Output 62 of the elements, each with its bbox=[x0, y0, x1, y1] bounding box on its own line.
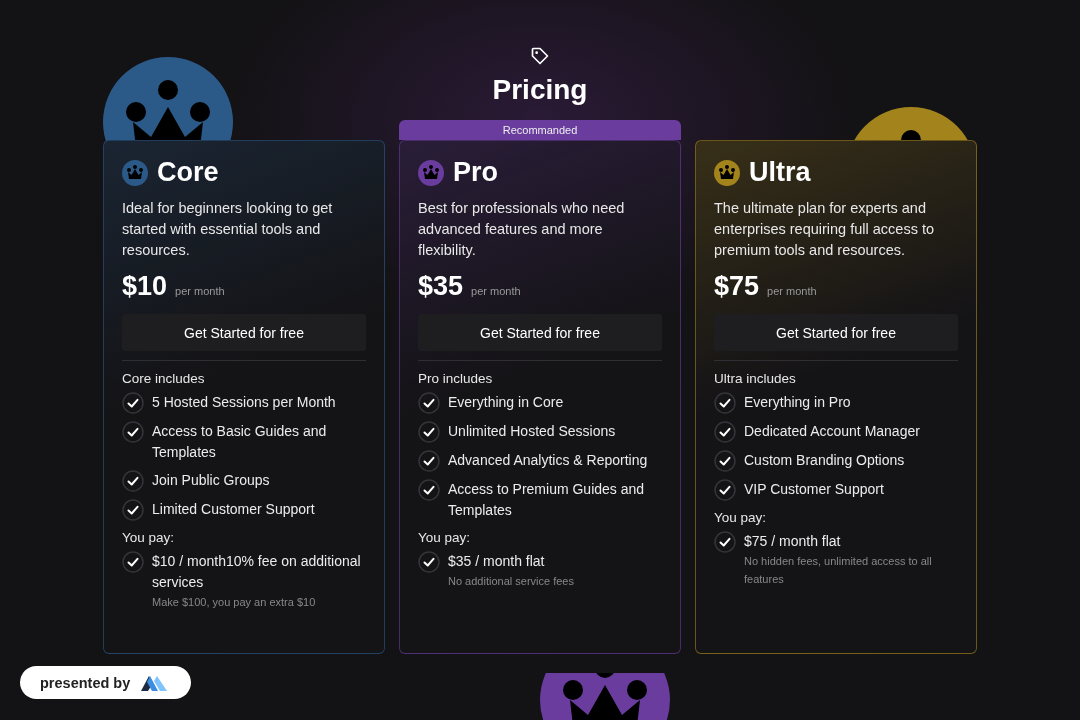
crown-icon bbox=[418, 159, 444, 186]
plan-description: The ultimate plan for experts and enterprises requiring full access to premium tools and resources. bbox=[714, 199, 936, 260]
check-icon bbox=[418, 479, 440, 501]
includes-heading: Ultra includes bbox=[714, 371, 797, 386]
recommended-badge: Recommanded bbox=[399, 120, 681, 140]
feature-text: VIP Customer Support bbox=[744, 480, 884, 499]
feature-text: Advanced Analytics & Reporting bbox=[448, 451, 648, 470]
feature-text: Everything in Core bbox=[448, 393, 564, 412]
check-icon bbox=[418, 450, 440, 472]
feature-text: Unlimited Hosted Sessions bbox=[448, 422, 616, 441]
includes-heading: Pro includes bbox=[418, 371, 494, 386]
you-pay-heading: You pay: bbox=[122, 530, 176, 545]
check-icon bbox=[122, 499, 144, 521]
you-pay-heading: You pay: bbox=[714, 510, 768, 525]
plan-price: $35 bbox=[418, 271, 464, 302]
check-icon bbox=[714, 421, 736, 443]
feature-text: 5 Hosted Sessions per Month bbox=[152, 393, 336, 412]
plan-price: $10 bbox=[122, 271, 168, 302]
plan-name: Pro bbox=[453, 157, 498, 188]
plan-price: $75 bbox=[714, 271, 760, 302]
feature-text: Join Public Groups bbox=[152, 471, 270, 490]
pay-note: No additional service fees bbox=[448, 574, 574, 589]
pay-text: $35 / month flat bbox=[448, 552, 545, 571]
check-icon bbox=[122, 392, 144, 414]
pay-note: Make $100, you pay an extra $10 bbox=[152, 595, 316, 610]
price-period: per month bbox=[767, 285, 817, 297]
plan-name: Ultra bbox=[749, 157, 811, 188]
you-pay-heading: You pay: bbox=[418, 530, 472, 545]
feature-text: Access to Basic Guides and Templates bbox=[152, 422, 328, 462]
presented-by-badge[interactable]: presented by bbox=[20, 666, 191, 699]
check-icon bbox=[714, 392, 736, 414]
feature-text: Limited Customer Support bbox=[152, 500, 315, 519]
check-icon bbox=[418, 392, 440, 414]
feature-text: Custom Branding Options bbox=[744, 451, 905, 470]
check-icon bbox=[122, 421, 144, 443]
plan-description: Ideal for beginners looking to get started with essential tools and resources. bbox=[122, 199, 334, 260]
crown-icon bbox=[714, 159, 740, 186]
get-started-button[interactable]: Get Started for free bbox=[122, 314, 366, 351]
get-started-button[interactable]: Get Started for free bbox=[714, 314, 958, 351]
pay-note: No hidden fees, unlimited access to all features bbox=[744, 554, 933, 587]
pay-text: $75 / month flat bbox=[744, 532, 841, 551]
pay-text: $10 / month10% fee on additional services bbox=[152, 552, 362, 592]
check-icon bbox=[714, 450, 736, 472]
page-title: Pricing bbox=[492, 74, 588, 106]
check-icon bbox=[122, 470, 144, 492]
check-icon bbox=[418, 421, 440, 443]
check-icon bbox=[714, 531, 736, 553]
plan-description: Best for professionals who need advanced features and more flexibility. bbox=[418, 199, 626, 260]
tag-icon bbox=[530, 46, 550, 66]
feature-text: Access to Premium Guides and Templates bbox=[448, 480, 646, 520]
check-icon bbox=[714, 479, 736, 501]
presented-by-label: presented by bbox=[40, 674, 131, 691]
price-period: per month bbox=[175, 285, 225, 297]
check-icon bbox=[122, 551, 144, 573]
price-period: per month bbox=[471, 285, 521, 297]
check-icon bbox=[418, 551, 440, 573]
crown-icon bbox=[122, 159, 148, 186]
get-started-button[interactable]: Get Started for free bbox=[418, 314, 662, 351]
plan-name: Core bbox=[157, 157, 219, 188]
feature-text: Dedicated Account Manager bbox=[744, 422, 920, 441]
feature-text: Everything in Pro bbox=[744, 393, 851, 412]
includes-heading: Core includes bbox=[122, 371, 206, 386]
